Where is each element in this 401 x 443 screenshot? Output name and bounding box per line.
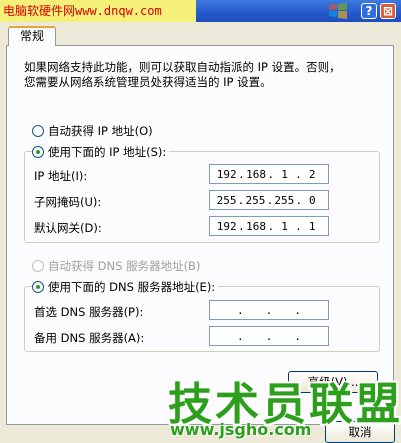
octet: 168 xyxy=(246,167,267,181)
description-line: 如果网络支持此功能，则可以获取自动指派的 IP 设置。否则， xyxy=(24,60,341,74)
octet: 1 xyxy=(308,219,316,233)
octet: 255 xyxy=(274,193,295,207)
ip-address-label: IP 地址(I): xyxy=(34,169,88,183)
octet: 0 xyxy=(309,193,316,207)
octet: 1 xyxy=(281,219,288,233)
tab-general[interactable]: 常规 xyxy=(8,26,56,46)
subnet-mask-input[interactable]: 255. 255. 255. 0 xyxy=(209,190,329,210)
octet: 168 xyxy=(246,219,267,233)
windows-logo-icon xyxy=(329,3,347,19)
radio-indicator xyxy=(32,260,44,272)
radio-auto-ip[interactable]: 自动获得 IP 地址(O) xyxy=(32,123,153,139)
radio-label: 使用下面的 IP 地址(S): xyxy=(48,145,167,159)
radio-manual-ip[interactable]: 使用下面的 IP 地址(S): xyxy=(32,144,170,160)
preferred-dns-label: 首选 DNS 服务器(P): xyxy=(34,305,144,319)
subnet-mask-label: 子网掩码(U): xyxy=(34,195,102,209)
default-gateway-input[interactable]: 192. 168. 1. 1 xyxy=(209,216,329,236)
octet: 192 xyxy=(216,219,237,233)
octet: 192 xyxy=(216,167,237,181)
watermark-banner: 电脑软硬件网www.dnqw.com xyxy=(0,0,196,22)
radio-label: 自动获得 DNS 服务器地址(B) xyxy=(48,259,201,273)
help-button[interactable]: ? xyxy=(361,3,377,19)
radio-manual-dns[interactable]: 使用下面的 DNS 服务器地址(E): xyxy=(32,279,219,295)
alternate-dns-input[interactable]: . . . xyxy=(209,326,329,346)
description: 如果网络支持此功能，则可以获取自动指派的 IP 设置。否则， 您需要从网络系统管… xyxy=(24,60,374,90)
radio-label: 自动获得 IP 地址(O) xyxy=(48,124,153,138)
octet: 255 xyxy=(216,193,237,207)
radio-indicator-selected xyxy=(32,146,44,158)
description-line: 您需要从网络系统管理员处获得适当的 IP 设置。 xyxy=(24,75,272,89)
octet: 1 xyxy=(281,167,288,181)
radio-label: 使用下面的 DNS 服务器地址(E): xyxy=(48,280,216,294)
default-gateway-label: 默认网关(D): xyxy=(34,221,102,235)
radio-auto-dns: 自动获得 DNS 服务器地址(B) xyxy=(32,258,200,274)
octet: 255 xyxy=(245,193,266,207)
octet: 2 xyxy=(308,167,316,181)
close-button[interactable]: ⊠ xyxy=(380,3,396,19)
preferred-dns-input[interactable]: . . . xyxy=(209,300,329,320)
watermark-url: www.jsgho.com xyxy=(170,420,312,439)
radio-indicator-selected xyxy=(32,281,44,293)
alternate-dns-label: 备用 DNS 服务器(A): xyxy=(34,331,145,345)
ip-address-input[interactable]: 192. 168. 1. 2 xyxy=(209,164,329,184)
radio-indicator xyxy=(32,125,44,137)
